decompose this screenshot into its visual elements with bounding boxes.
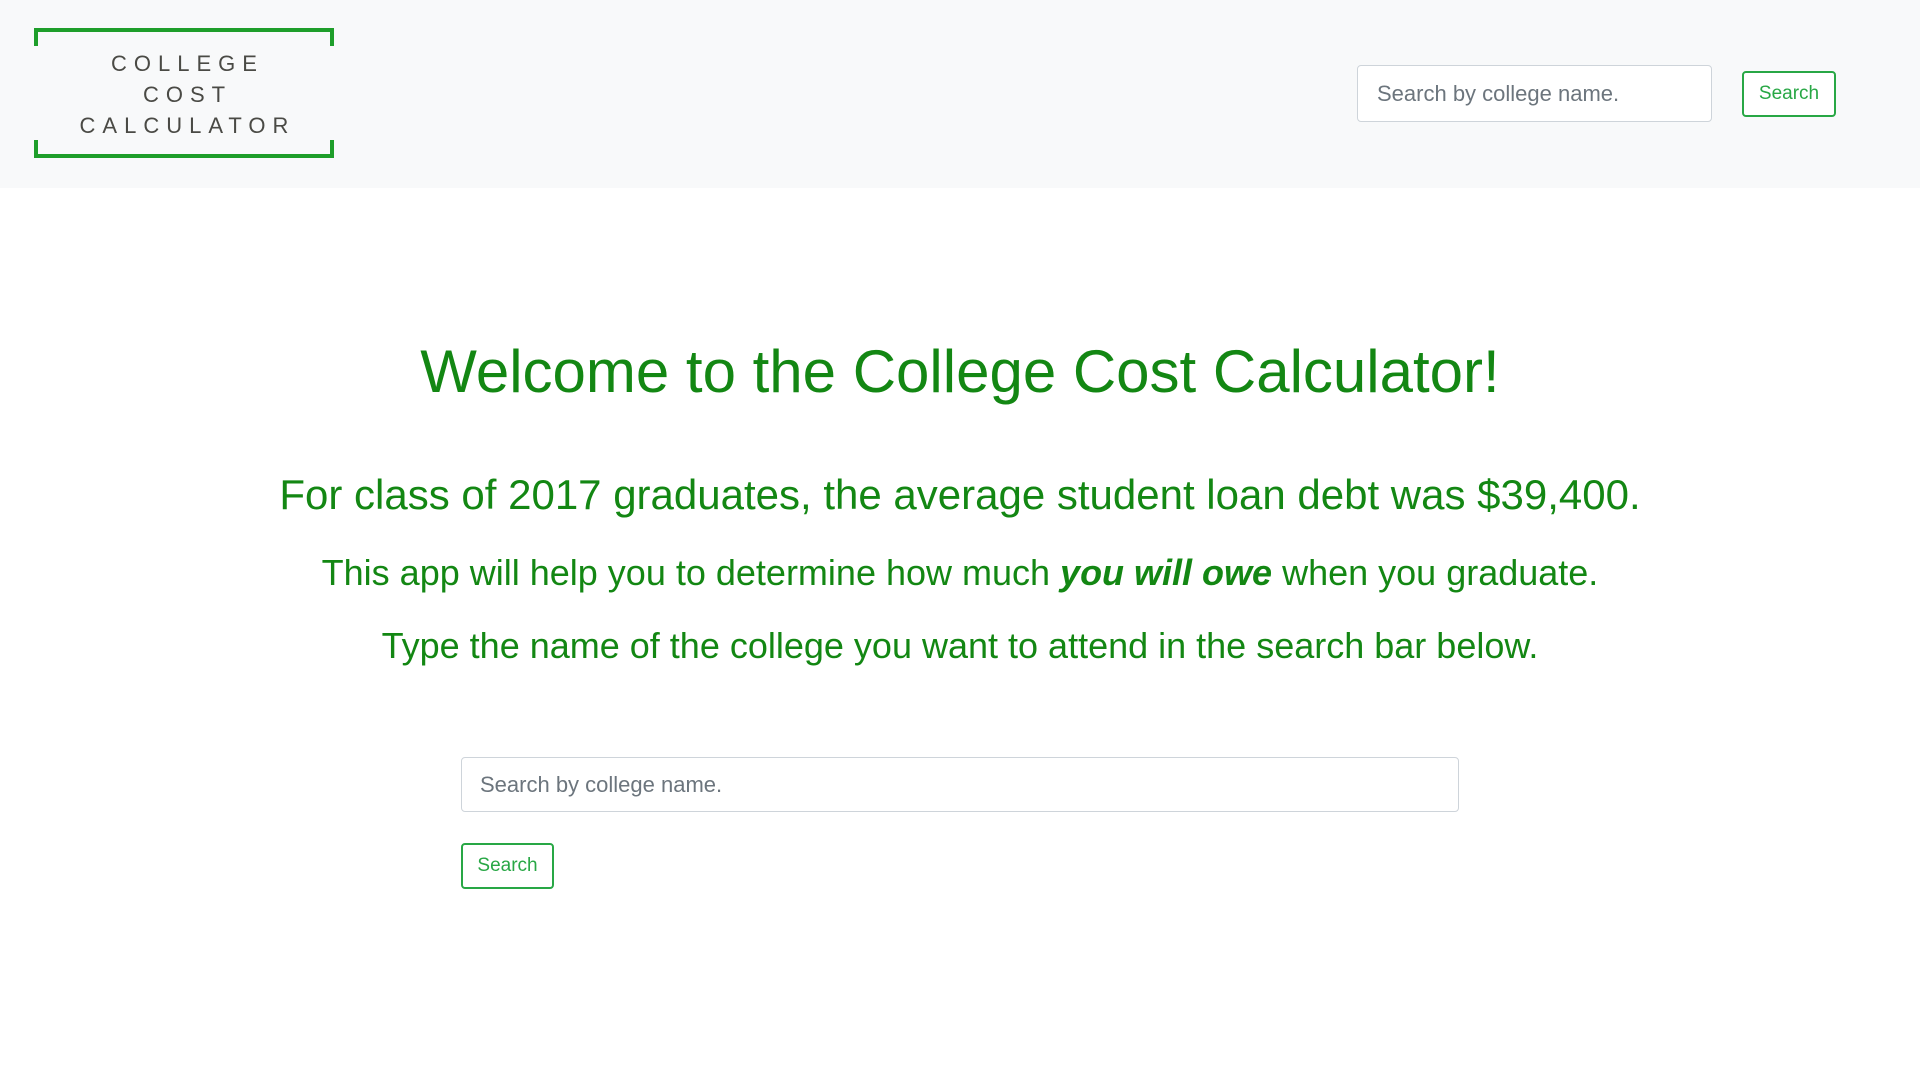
- search-instruction: Type the name of the college you want to…: [381, 625, 1539, 666]
- logo-text: COLLEGE COST CALCULATOR: [34, 48, 334, 141]
- college-cost-calculator-logo[interactable]: COLLEGE COST CALCULATOR: [34, 28, 334, 158]
- college-search-button[interactable]: Search: [461, 843, 554, 889]
- page-title: Welcome to the College Cost Calculator!: [420, 338, 1500, 405]
- top-navbar: COLLEGE COST CALCULATOR Search: [0, 0, 1920, 188]
- navbar-search-input[interactable]: [1357, 65, 1712, 122]
- logo-line-calculator: CALCULATOR: [79, 113, 296, 138]
- app-description-prefix: This app will help you to determine how …: [321, 552, 1061, 593]
- logo-line-college: COLLEGE: [111, 51, 264, 76]
- logo-line-cost: COST: [142, 82, 233, 107]
- debt-statistic: For class of 2017 graduates, the average…: [279, 471, 1641, 518]
- college-search-input[interactable]: [461, 757, 1459, 812]
- app-description-emphasis: you will owe: [1060, 552, 1273, 593]
- app-description-suffix: when you graduate.: [1272, 552, 1599, 593]
- app-description: This app will help you to determine how …: [0, 551, 1920, 595]
- navbar-search-button[interactable]: Search: [1742, 71, 1836, 117]
